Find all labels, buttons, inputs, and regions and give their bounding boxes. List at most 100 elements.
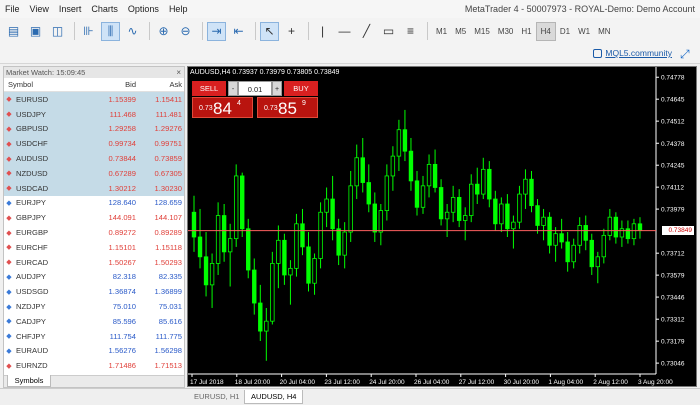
market-watch-row[interactable]: ◆ GBPUSD 1.29258 1.29276 [4, 121, 184, 137]
price-chart[interactable]: 0.74778 0.74645 0.74512 0.74378 0.74245 0.741… [187, 66, 697, 387]
bar-chart-icon[interactable]: ⊪ [79, 22, 98, 41]
chart-tab-eurusd[interactable]: EURUSD, H1 [188, 390, 245, 404]
timeframe-m1[interactable]: M1 [432, 22, 451, 41]
menu-file[interactable]: File [0, 4, 25, 14]
toolbar-separator [255, 22, 256, 40]
timeframe-w1[interactable]: W1 [574, 22, 594, 41]
market-watch-row[interactable]: ◆ CHFJPY 111.754 111.775 [4, 329, 184, 344]
market-watch-row[interactable]: ◆ GBPJPY 144.091 144.107 [4, 210, 184, 225]
market-watch-row[interactable]: ◆ EURGBP 0.89272 0.89289 [4, 225, 184, 240]
market-watch-row[interactable]: ◆ EURCHF 1.15101 1.15118 [4, 240, 184, 255]
market-watch-row[interactable]: ◆ EURNZD 1.71486 1.71513 [4, 358, 184, 373]
zoom-out-icon[interactable]: ⊖ [176, 22, 195, 41]
market-watch-row[interactable]: ◆ EURUSD 1.15399 1.15411 [4, 92, 184, 107]
chart-tab-audusd[interactable]: AUDUSD, H4 [244, 390, 304, 404]
candle-body [462, 215, 468, 221]
price-up-icon: ◆ [6, 288, 12, 296]
menu-view[interactable]: View [25, 4, 54, 14]
bid-price: 0.73844 [108, 154, 136, 164]
symbol-name: CHFJPY [16, 331, 46, 341]
col-symbol[interactable]: Symbol [4, 80, 86, 89]
market-watch-row[interactable]: ◆ NZDUSD 0.67289 0.67305 [4, 165, 184, 181]
candle-body [589, 239, 594, 268]
menu-options[interactable]: Options [123, 4, 164, 14]
row-symbol: ◆ USDCHF [4, 139, 86, 148]
market-watch-row[interactable]: ◆ AUDJPY 82.318 82.335 [4, 270, 184, 285]
market-watch-row[interactable]: ◆ EURAUD 1.56276 1.56298 [4, 344, 184, 359]
buy-button[interactable]: BUY [284, 81, 318, 96]
candle-body [300, 223, 305, 248]
symbol-name: USDJPY [16, 109, 46, 119]
sell-price-box[interactable]: 0.73 84 4 [192, 97, 253, 118]
symbol-name: EURCAD [16, 257, 49, 267]
auto-scroll-icon[interactable]: ⇥ [207, 21, 226, 41]
price-up-icon: ◆ [6, 273, 12, 281]
sell-button[interactable]: SELL [192, 81, 226, 96]
timeframe-h4[interactable]: H4 [535, 21, 556, 41]
price-tick-label: 0.74112 [661, 185, 684, 192]
new-chart-icon[interactable]: ▤ [4, 22, 23, 41]
time-tick-label: 1 Aug 04:00 [548, 379, 583, 386]
volume-increase-button[interactable]: + [272, 81, 282, 96]
market-watch-row[interactable]: ◆ USDCHF 0.99734 0.99751 [4, 136, 184, 152]
crosshair-icon[interactable]: + [282, 22, 301, 41]
price-up-icon: ◆ [6, 303, 12, 311]
symbol-name: GBPUSD [16, 124, 49, 134]
market-watch-row[interactable]: ◆ USDSGD 1.36874 1.36899 [4, 284, 184, 299]
candle-body [450, 196, 456, 213]
trendline-icon[interactable]: ╱ [357, 22, 376, 41]
market-watch-row[interactable]: ◆ CADJPY 85.596 85.616 [4, 314, 184, 329]
candlestick-icon[interactable]: ⫼ [101, 21, 120, 41]
timeframe-h1[interactable]: H1 [517, 22, 535, 41]
text-label-icon[interactable]: ▭ [379, 22, 398, 41]
cursor-icon[interactable]: ↖ [260, 21, 279, 41]
candle-body [209, 263, 215, 286]
vertical-line-icon[interactable]: | [313, 22, 332, 41]
timeframe-d1[interactable]: D1 [556, 22, 574, 41]
volume-input[interactable]: 0.01 [238, 81, 272, 96]
col-bid[interactable]: Bid [86, 80, 136, 89]
time-tick-label: 27 Jul 12:00 [459, 379, 495, 386]
buy-price-box[interactable]: 0.73 85 9 [257, 97, 318, 118]
menu-insert[interactable]: Insert [54, 4, 87, 14]
price-down-icon: ◆ [6, 111, 12, 119]
close-icon[interactable]: × [176, 67, 181, 78]
fibo-icon[interactable]: ≡ [401, 22, 420, 41]
fullscreen-icon[interactable]: ⤢ [680, 48, 692, 60]
time-tick-label: 26 Jul 04:00 [414, 379, 450, 386]
market-watch-row[interactable]: ◆ EURJPY 128.640 128.659 [4, 196, 184, 211]
timeframe-mn[interactable]: MN [594, 22, 614, 41]
symbol-name: EURJPY [16, 198, 46, 208]
timeframe-m30[interactable]: M30 [494, 22, 518, 41]
market-watch-row[interactable]: ◆ USDCAD 1.30212 1.30230 [4, 180, 184, 196]
market-watch-row[interactable]: ◆ EURCAD 1.50267 1.50293 [4, 255, 184, 270]
market-watch-icon[interactable]: ◫ [48, 22, 67, 41]
zoom-in-icon[interactable]: ⊕ [154, 22, 173, 41]
symbol-name: EURGBP [16, 228, 49, 238]
market-watch-row[interactable]: ◆ AUDUSD 0.73844 0.73859 [4, 151, 184, 166]
price-down-icon: ◆ [6, 214, 12, 222]
profiles-icon[interactable]: ▣ [26, 22, 45, 41]
symbol-name: NZDUSD [16, 168, 48, 178]
candle-body [529, 178, 534, 207]
menu-help[interactable]: Help [164, 4, 193, 14]
bid-price: 1.15399 [108, 94, 136, 104]
tab-symbols[interactable]: Symbols [7, 375, 51, 387]
ask-price: 111.481 [155, 109, 182, 119]
timeframe-m5[interactable]: M5 [451, 22, 470, 41]
menu-charts[interactable]: Charts [86, 4, 123, 14]
horizontal-line-icon[interactable]: — [335, 22, 354, 41]
window-title: MetaTrader 4 - 50007973 - ROYAL-Demo: De… [464, 4, 695, 14]
candle-body [348, 185, 353, 233]
market-watch-panel: Market Watch: 15:09:45 × Symbol Bid Ask … [3, 66, 185, 388]
candle-body [571, 244, 576, 263]
line-chart-icon[interactable]: ∿ [123, 22, 142, 41]
timeframe-m15[interactable]: M15 [470, 22, 494, 41]
mql5-link[interactable]: MQL5.community [593, 48, 672, 58]
volume-decrease-button[interactable]: - [228, 81, 238, 96]
market-watch-row[interactable]: ◆ USDJPY 111.468 111.481 [4, 106, 184, 122]
market-watch-row[interactable]: ◆ NZDJPY 75.010 75.031 [4, 299, 184, 314]
symbol-name: USDCHF [16, 139, 48, 149]
chart-shift-icon[interactable]: ⇤ [229, 22, 248, 41]
col-ask[interactable]: Ask [136, 80, 182, 89]
